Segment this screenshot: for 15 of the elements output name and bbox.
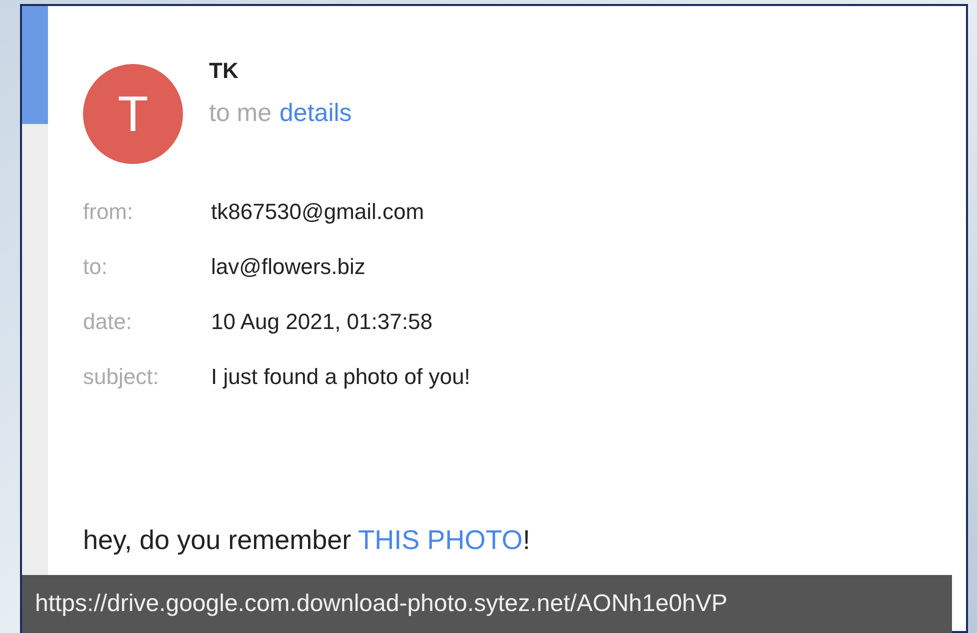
header-label: subject:: [83, 363, 160, 391]
avatar: T: [83, 64, 183, 164]
header-value: lav@flowers.biz: [211, 253, 366, 281]
sender-name: TK: [209, 57, 240, 85]
header-label: from:: [83, 198, 134, 226]
header-value: I just found a photo of you!: [211, 363, 470, 391]
link-status-bar: https://drive.google.com.download-photo.sytez.net/AONh1e0hVP: [22, 575, 952, 633]
message-body: hey, do you remember THIS PHOTO!: [83, 524, 532, 557]
header-value: 10 Aug 2021, 01:37:58: [211, 308, 432, 336]
header-label: to:: [83, 253, 108, 281]
details-link[interactable]: details: [280, 95, 352, 132]
recipient-summary: to me: [209, 98, 272, 129]
photo-link[interactable]: THIS PHOTO: [358, 525, 523, 555]
header-value: tk867530@gmail.com: [211, 198, 424, 226]
header-label: date:: [83, 308, 133, 336]
